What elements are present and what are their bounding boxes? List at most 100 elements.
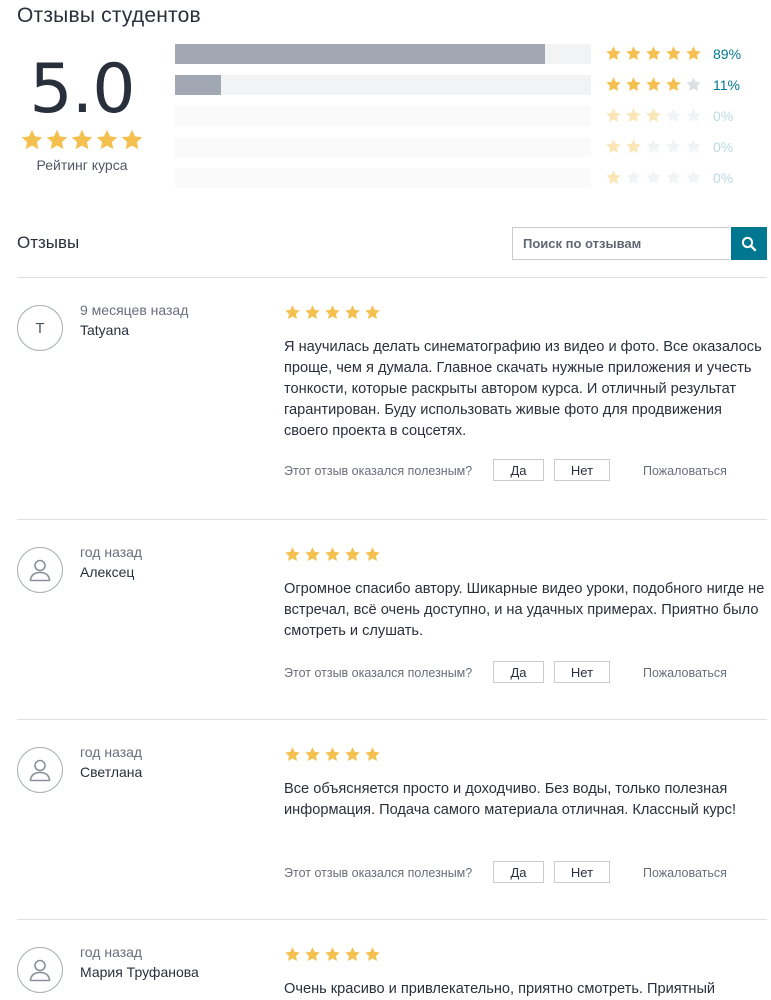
review-author: Светлана — [80, 764, 143, 780]
rating-row-stars — [605, 107, 705, 124]
rating-row-3: 0% — [175, 106, 745, 137]
star-empty-icon — [685, 138, 702, 155]
rating-bar-fill — [175, 75, 221, 95]
star-icon — [364, 746, 381, 763]
divider — [17, 919, 767, 920]
star-icon — [605, 45, 622, 62]
rating-row-stars — [605, 138, 705, 155]
star-empty-icon — [665, 138, 682, 155]
rating-bar — [175, 44, 591, 64]
star-empty-icon — [665, 107, 682, 124]
helpful-yes-button[interactable]: Да — [493, 661, 544, 683]
rating-row-stars — [605, 45, 705, 62]
star-icon — [304, 546, 321, 563]
rating-percent: 0% — [713, 108, 734, 124]
rating-row-2: 0% — [175, 137, 745, 168]
star-empty-icon — [625, 169, 642, 186]
rating-label: Рейтинг курса — [36, 157, 128, 173]
star-empty-icon — [645, 169, 662, 186]
review-author: Tatyana — [80, 322, 130, 338]
star-icon — [304, 746, 321, 763]
user-icon — [29, 759, 51, 782]
star-icon — [324, 946, 341, 963]
review-time: год назад — [80, 544, 143, 560]
helpful-no-button[interactable]: Нет — [554, 459, 610, 481]
star-icon — [364, 304, 381, 321]
star-icon — [625, 45, 642, 62]
report-link[interactable]: Пожаловаться — [643, 866, 727, 880]
reviews-heading: Отзывы — [17, 233, 80, 252]
star-icon — [284, 546, 301, 563]
rating-distribution: 89% 11% 0% 0% 0% — [175, 44, 745, 199]
rating-row-5[interactable]: 89% — [175, 44, 745, 75]
star-icon — [625, 107, 642, 124]
star-empty-icon — [685, 107, 702, 124]
helpful-yes-button[interactable]: Да — [493, 459, 544, 481]
user-icon — [29, 959, 51, 982]
review-time: 9 месяцев назад — [80, 302, 189, 318]
avatar: T — [17, 305, 63, 351]
star-icon — [645, 45, 662, 62]
rating-row-4[interactable]: 11% — [175, 75, 745, 106]
star-icon — [45, 128, 69, 152]
divider — [17, 277, 767, 278]
helpful-no-button[interactable]: Нет — [554, 661, 610, 683]
review-text: Очень красиво и привлекательно, приятно … — [284, 981, 716, 997]
review-search — [512, 227, 767, 260]
rating-percent: 0% — [713, 170, 734, 186]
star-icon — [344, 304, 361, 321]
star-icon — [344, 546, 361, 563]
report-link[interactable]: Пожаловаться — [643, 464, 727, 478]
star-icon — [364, 946, 381, 963]
star-icon — [344, 746, 361, 763]
user-icon — [29, 559, 51, 582]
rating-bar — [175, 137, 591, 157]
helpful-yes-button[interactable]: Да — [493, 861, 544, 883]
star-empty-icon — [645, 138, 662, 155]
search-button[interactable] — [731, 227, 767, 260]
star-icon — [605, 138, 622, 155]
helpful-question: Этот отзыв оказался полезным? — [284, 666, 473, 680]
star-icon — [665, 76, 682, 93]
rating-percent: 0% — [713, 139, 734, 155]
rating-summary: 5.0 Рейтинг курса — [18, 52, 146, 173]
review-author: Алексец — [80, 564, 135, 580]
star-icon — [665, 45, 682, 62]
report-link[interactable]: Пожаловаться — [643, 666, 727, 680]
star-icon — [120, 128, 144, 152]
star-empty-icon — [685, 169, 702, 186]
star-icon — [605, 169, 622, 186]
review-author: Мария Труфанова — [80, 964, 199, 980]
review-meta: 9 месяцев назад Tatyana — [80, 302, 188, 338]
star-icon — [324, 746, 341, 763]
review-stars — [284, 746, 384, 763]
helpful-no-button[interactable]: Нет — [554, 861, 610, 883]
review-text: Огромное спасибо автору. Шикарные видео … — [284, 581, 765, 639]
page-title: Отзывы студентов — [17, 4, 201, 27]
star-icon — [625, 76, 642, 93]
rating-bar-fill — [175, 44, 546, 64]
rating-percent: 11% — [713, 77, 740, 93]
rating-bar — [175, 168, 591, 188]
rating-bar — [175, 106, 591, 126]
star-icon — [324, 546, 341, 563]
star-icon — [304, 304, 321, 321]
review-time: год назад — [80, 744, 143, 760]
star-icon — [645, 76, 662, 93]
review-stars — [284, 304, 384, 321]
star-icon — [284, 746, 301, 763]
star-icon — [284, 946, 301, 963]
star-icon — [625, 138, 642, 155]
search-input[interactable] — [512, 227, 729, 260]
average-stars — [18, 128, 146, 152]
review-stars — [284, 546, 384, 563]
rating-percent: 89% — [713, 46, 742, 62]
star-icon — [95, 128, 119, 152]
divider — [17, 719, 767, 720]
review-meta: год назад Светлана — [80, 744, 142, 780]
avatar-initial: T — [35, 319, 45, 337]
review-meta: год назад Алексец — [80, 544, 142, 580]
star-icon — [70, 128, 94, 152]
rating-row-1: 0% — [175, 168, 745, 199]
avatar — [17, 947, 63, 993]
